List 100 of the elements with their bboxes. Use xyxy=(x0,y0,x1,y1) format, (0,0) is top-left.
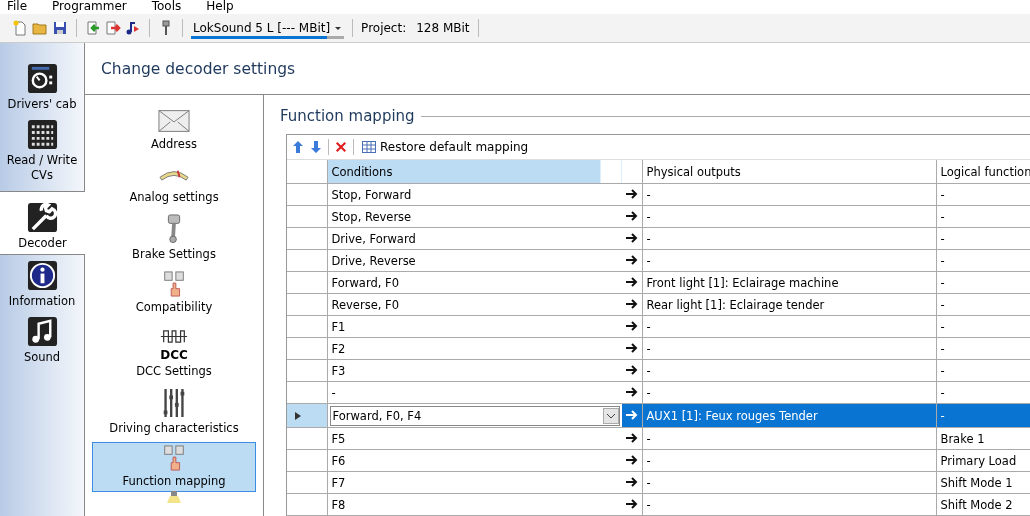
table-cell: F6 xyxy=(331,453,346,468)
settings-item[interactable]: Function mapping xyxy=(92,442,256,492)
table-cell: - xyxy=(646,231,651,246)
right-arrow-icon xyxy=(625,386,638,397)
settings-item[interactable]: Driving characteristics xyxy=(92,385,256,439)
condition-dropdown[interactable]: Forward, F0, F4 xyxy=(329,405,620,426)
table-cell: - xyxy=(940,408,945,423)
clock-icon xyxy=(26,63,58,94)
export-icon[interactable] xyxy=(105,20,121,36)
table-cell: Reverse, F0 xyxy=(331,297,399,312)
light-bulb-icon xyxy=(167,491,181,503)
settings-item[interactable]: Compatibility xyxy=(92,268,256,318)
nav-item[interactable]: Drivers' cab xyxy=(0,58,84,114)
settings-item[interactable]: DCC DCC Settings xyxy=(92,321,256,382)
table-cell: F2 xyxy=(331,341,346,356)
table-cell: - xyxy=(646,253,651,268)
table-cell: Brake 1 xyxy=(940,431,985,446)
table-cell: F7 xyxy=(331,475,346,490)
right-arrow-icon xyxy=(625,298,638,309)
table-cell: - xyxy=(646,209,651,224)
settings-label: DCC Settings xyxy=(136,364,212,378)
envelope-icon xyxy=(158,108,190,134)
table-cell: Shift Mode 2 xyxy=(940,497,1013,512)
right-arrow-icon xyxy=(625,364,638,375)
menu-item[interactable]: File xyxy=(0,0,36,14)
table-cell: F3 xyxy=(331,363,346,378)
nav-item[interactable]: Read / Write CVs xyxy=(0,114,84,185)
import-icon[interactable] xyxy=(85,20,101,36)
column-header[interactable]: Physical outputs xyxy=(642,160,936,184)
section-title: Function mapping xyxy=(280,107,415,125)
delete-icon[interactable] xyxy=(335,140,347,154)
table-cell: F5 xyxy=(331,431,346,446)
table-cell: - xyxy=(646,363,651,378)
menu-item[interactable]: Tools xyxy=(144,0,190,14)
caret-icon xyxy=(334,24,343,32)
table-cell: Rear light [1]: Eclairage tender xyxy=(646,297,825,312)
table-cell: F1 xyxy=(331,319,346,334)
settings-item[interactable]: Analog settings xyxy=(92,158,256,208)
wrench-icon xyxy=(27,202,58,233)
nav-item[interactable]: Information xyxy=(0,255,84,311)
nav-item[interactable]: Sound xyxy=(0,311,84,367)
dcc-signal-icon xyxy=(158,329,190,344)
table-cell: - xyxy=(940,275,945,290)
table-cell: Drive, Reverse xyxy=(331,253,416,268)
restore-button[interactable]: Restore default mapping xyxy=(360,140,531,154)
table-cell: - xyxy=(646,475,651,490)
down-arrow-icon[interactable] xyxy=(310,140,322,154)
table-cell: - xyxy=(940,253,945,268)
dropdown-button-icon[interactable] xyxy=(603,407,619,424)
menu-item[interactable]: Help xyxy=(199,0,242,14)
table-icon xyxy=(362,141,376,153)
table-cell: Stop, Forward xyxy=(331,187,412,202)
table-cell: - xyxy=(646,497,651,512)
decoder-dropdown[interactable]: LokSound 5 L [--- MBit] xyxy=(191,17,345,39)
column-header[interactable]: Conditions xyxy=(327,160,622,184)
table-cell: Shift Mode 1 xyxy=(940,475,1013,490)
right-arrow-icon xyxy=(625,432,638,443)
save-icon[interactable] xyxy=(52,20,68,36)
table-cell: AUX1 [1]: Feux rouges Tender xyxy=(646,408,818,423)
settings-label: Function mapping xyxy=(122,474,226,488)
project-label: Project: xyxy=(361,21,407,35)
table-cell: Forward, F0 xyxy=(331,275,399,290)
right-arrow-icon xyxy=(625,342,638,353)
table-cell: - xyxy=(331,385,336,400)
table-cell: - xyxy=(646,341,651,356)
table-cell: Primary Load xyxy=(940,453,1017,468)
up-arrow-icon[interactable] xyxy=(292,140,304,154)
page-title: Change decoder settings xyxy=(101,59,296,78)
right-arrow-icon xyxy=(625,254,638,265)
table-cell: - xyxy=(940,385,945,400)
nav-item[interactable]: Decoder xyxy=(0,191,85,255)
right-arrow-icon xyxy=(625,232,638,243)
settings-label: Driving characteristics xyxy=(109,421,239,435)
table-cell: Drive, Forward xyxy=(331,231,416,246)
table-cell: - xyxy=(646,187,651,202)
right-arrow-icon xyxy=(625,210,638,221)
right-arrow-icon xyxy=(625,454,638,465)
music-note-icon xyxy=(26,316,58,347)
table-cell: Front light [1]: Eclairage machine xyxy=(646,275,839,290)
row-pointer-icon xyxy=(295,411,301,420)
menu-item[interactable]: Programmer xyxy=(45,0,135,14)
table-cell: - xyxy=(940,297,945,312)
table-cell: - xyxy=(940,319,945,334)
settings-item[interactable]: Address xyxy=(92,105,256,155)
settings-label: Analog settings xyxy=(129,190,219,204)
table-cell: - xyxy=(940,363,945,378)
table-cell: - xyxy=(646,385,651,400)
right-arrow-icon xyxy=(625,498,638,509)
project-size: 128 MBit xyxy=(416,21,470,35)
settings-item[interactable]: Brake Settings xyxy=(92,211,256,265)
right-arrow-icon xyxy=(625,409,638,420)
dcc-label: DCC xyxy=(160,350,188,361)
table-cell: F8 xyxy=(331,497,346,512)
table-cell: - xyxy=(646,453,651,468)
table-cell: - xyxy=(940,231,945,246)
table-cell: Stop, Reverse xyxy=(331,209,412,224)
settings-label: Compatibility xyxy=(135,300,213,314)
table-cell: - xyxy=(940,187,945,202)
music-note-icon[interactable] xyxy=(125,20,141,36)
right-arrow-icon xyxy=(625,320,638,331)
